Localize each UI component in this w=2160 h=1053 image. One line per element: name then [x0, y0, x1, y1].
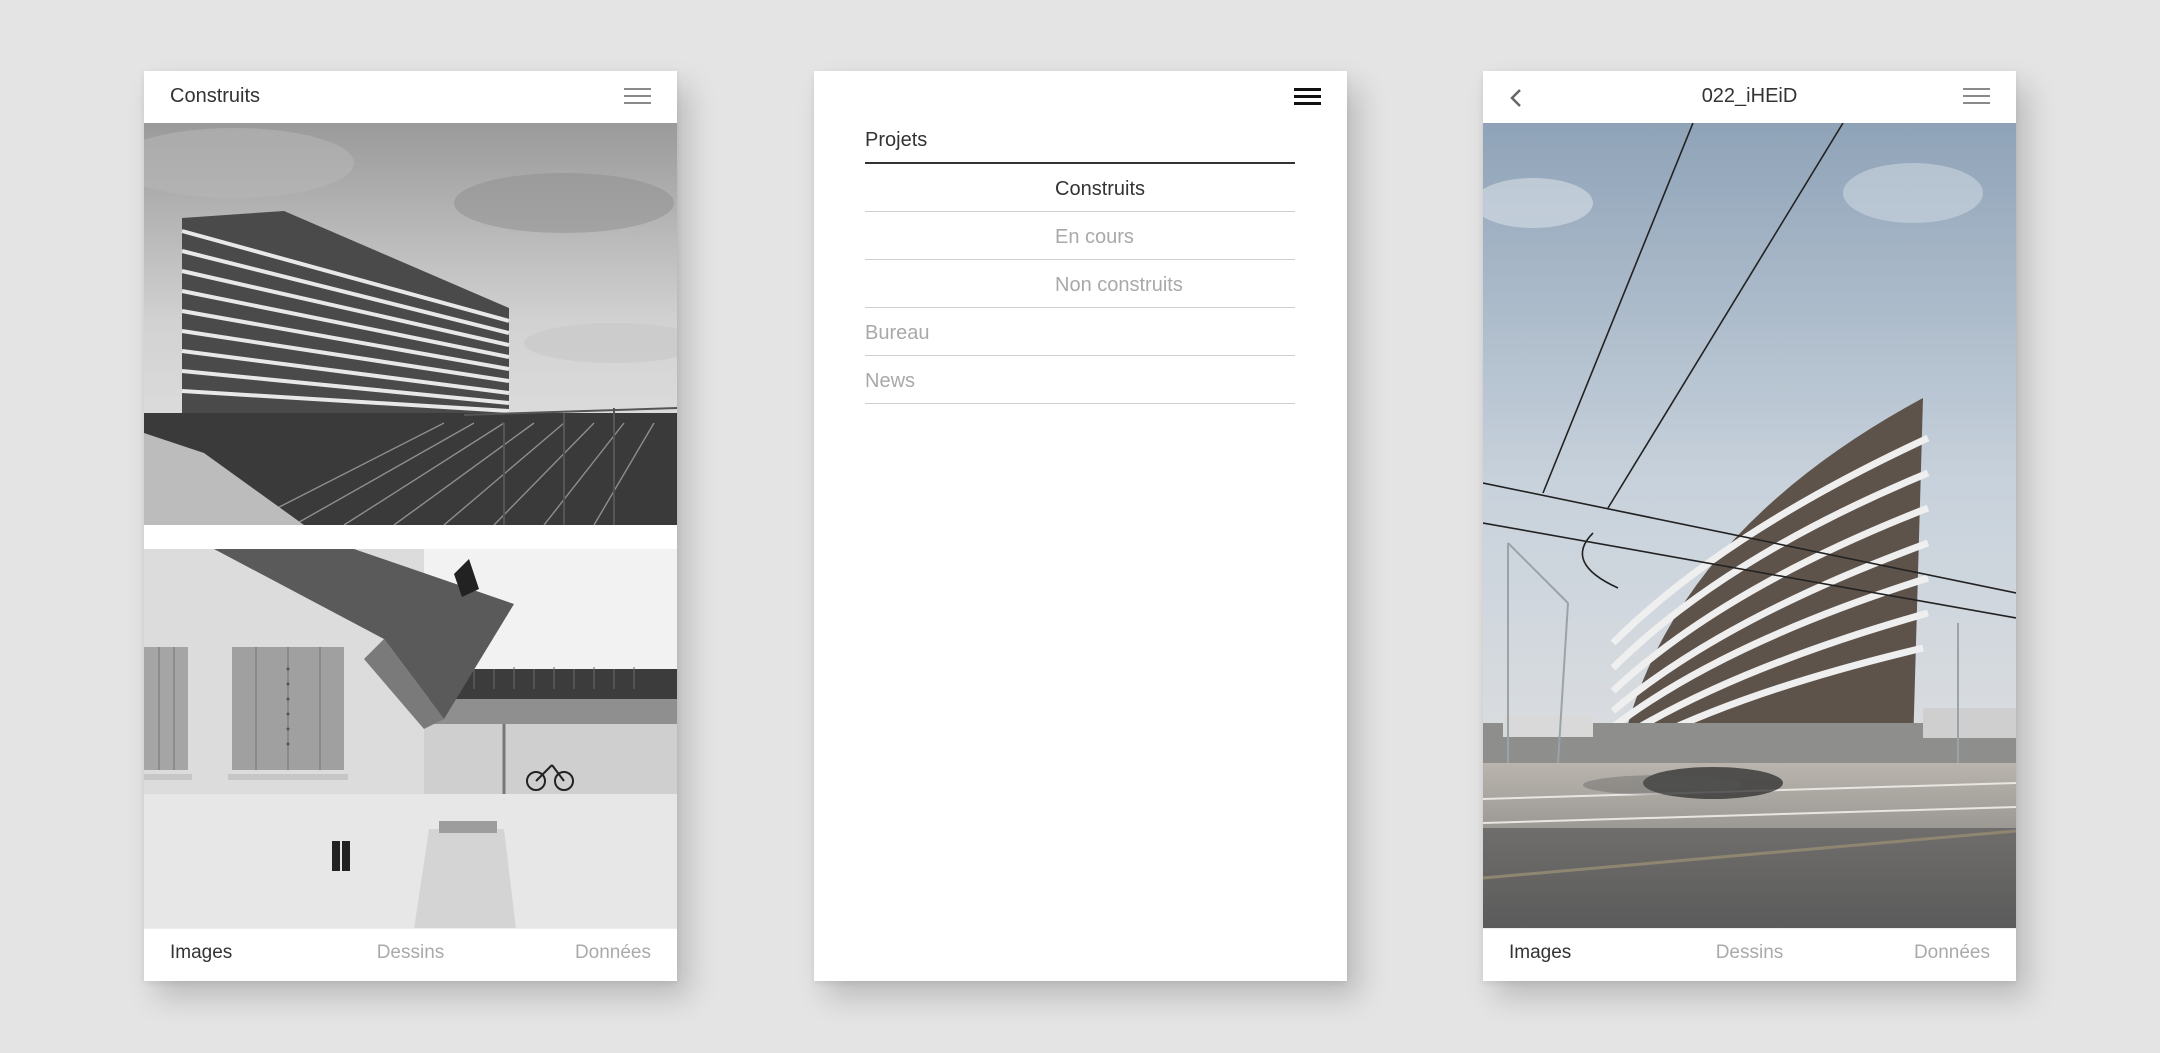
top-bar: Construits	[144, 71, 677, 123]
tab-donnees[interactable]: Données	[575, 942, 651, 964]
navigation-menu-screen: Projets Construits En cours Non construi…	[814, 71, 1347, 981]
project-hero-image[interactable]	[1483, 123, 2016, 929]
project-detail-screen: 022_iHEiD Images Dessins Données	[1483, 71, 2016, 981]
hamburger-menu-icon[interactable]	[624, 88, 651, 108]
hamburger-menu-icon[interactable]	[1294, 88, 1321, 108]
nav-item-label: Construits	[1055, 178, 1146, 200]
nav-item-label: Projets	[865, 129, 928, 151]
project-title: 022_iHEiD	[1701, 85, 1798, 107]
nav-item-construits[interactable]: Construits	[865, 164, 1295, 212]
top-bar: 022_iHEiD	[1483, 71, 2016, 123]
nav-item-label: Non construits	[1055, 274, 1183, 296]
nav-item-label: En cours	[1055, 226, 1134, 248]
navigation-list: Projets Construits En cours Non construi…	[865, 115, 1295, 404]
nav-item-bureau[interactable]: Bureau	[865, 308, 1295, 356]
nav-item-news[interactable]: News	[865, 356, 1295, 404]
bottom-tab-bar: Images Dessins Données	[144, 928, 677, 981]
project-image-building-railway[interactable]	[144, 123, 677, 525]
page-title: Construits	[170, 85, 261, 107]
nav-item-label: News	[865, 370, 916, 392]
nav-item-non-construits[interactable]: Non construits	[865, 260, 1295, 308]
project-list-screen: Construits Images Dessins Données	[144, 71, 677, 981]
nav-item-label: Bureau	[865, 322, 930, 344]
project-image-house-courtyard[interactable]	[144, 549, 677, 929]
nav-item-projets[interactable]: Projets	[865, 115, 1295, 164]
bottom-tab-bar: Images Dessins Données	[1483, 928, 2016, 981]
hamburger-menu-icon[interactable]	[1963, 88, 1990, 108]
tab-donnees[interactable]: Données	[1914, 942, 1990, 964]
nav-item-en-cours[interactable]: En cours	[865, 212, 1295, 260]
